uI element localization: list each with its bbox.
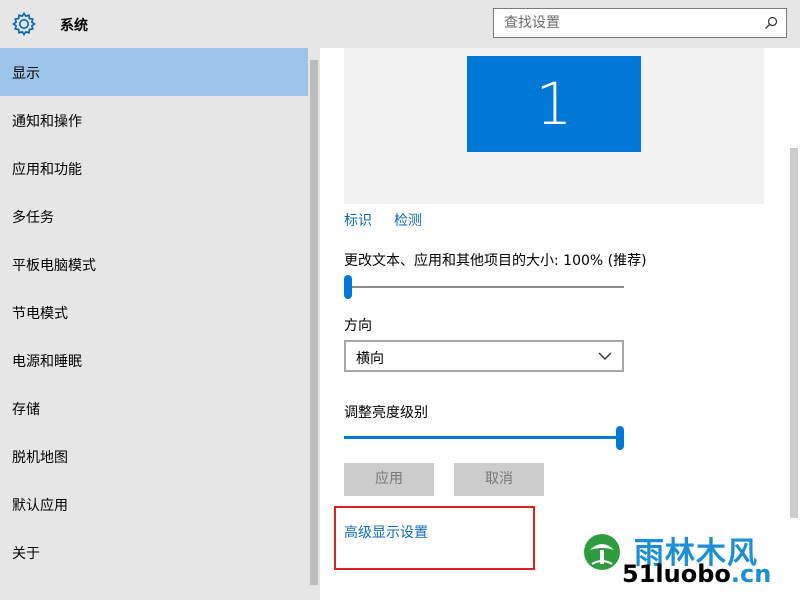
title-bar: 系统	[0, 0, 800, 48]
orientation-dropdown[interactable]: 横向	[344, 340, 624, 372]
cancel-button[interactable]: 取消	[454, 463, 544, 496]
sidebar-item-label: 电源和睡眠	[12, 354, 82, 370]
app-title: 系统	[60, 18, 88, 34]
sidebar-item-label: 关于	[12, 546, 40, 562]
watermark-domain-tld: .cn	[730, 560, 772, 588]
sidebar: 显示 通知和操作 应用和功能 多任务 平板电脑模式 节电模式 电源和睡眠 存储 …	[0, 48, 320, 600]
sidebar-item-default-apps[interactable]: 默认应用	[0, 480, 308, 528]
sidebar-item-label: 通知和操作	[12, 114, 82, 130]
sidebar-item-label: 应用和功能	[12, 162, 82, 178]
brightness-slider-thumb[interactable]	[616, 426, 624, 450]
sidebar-item-battery-saver[interactable]: 节电模式	[0, 288, 308, 336]
identify-link[interactable]: 标识	[344, 210, 372, 230]
orientation-value: 横向	[356, 351, 384, 367]
search-icon[interactable]	[764, 16, 778, 30]
watermark: 雨林木风 51luobo.cn	[578, 524, 788, 594]
main-content: 1 标识 检测 更改文本、应用和其他项目的大小: 100% (推荐) 方向 横向…	[320, 48, 800, 600]
watermark-domain: 51luobo.cn	[622, 560, 771, 588]
sidebar-item-label: 多任务	[12, 210, 54, 226]
brightness-slider[interactable]	[344, 426, 624, 450]
scale-slider[interactable]	[344, 275, 624, 299]
watermark-logo-icon	[584, 534, 620, 570]
sidebar-item-power-sleep[interactable]: 电源和睡眠	[0, 336, 308, 384]
sidebar-item-label: 默认应用	[12, 498, 68, 514]
sidebar-item-notifications[interactable]: 通知和操作	[0, 96, 308, 144]
display-preview: 1	[344, 48, 764, 204]
content-scrollbar-thumb[interactable]	[790, 148, 798, 518]
gear-icon	[12, 12, 36, 36]
watermark-domain-name: 51luobo	[622, 560, 731, 588]
advanced-display-settings-link[interactable]: 高级显示设置	[344, 522, 428, 542]
apply-button[interactable]: 应用	[344, 463, 434, 496]
search-box[interactable]	[493, 8, 787, 38]
sidebar-item-offline-maps[interactable]: 脱机地图	[0, 432, 308, 480]
sidebar-item-label: 脱机地图	[12, 450, 68, 466]
sidebar-item-storage[interactable]: 存储	[0, 384, 308, 432]
brightness-slider-fill	[344, 436, 620, 439]
scale-slider-track	[344, 286, 624, 288]
sidebar-item-label: 平板电脑模式	[12, 258, 96, 274]
sidebar-scrollbar-thumb[interactable]	[310, 60, 318, 585]
chevron-down-icon	[598, 352, 612, 360]
orientation-label: 方向	[344, 318, 372, 334]
scale-slider-thumb[interactable]	[344, 275, 352, 299]
sidebar-item-multitasking[interactable]: 多任务	[0, 192, 308, 240]
monitor-tile[interactable]: 1	[467, 56, 641, 152]
scale-label: 更改文本、应用和其他项目的大小: 100% (推荐)	[344, 253, 647, 269]
search-input[interactable]	[504, 15, 754, 31]
sidebar-item-tablet-mode[interactable]: 平板电脑模式	[0, 240, 308, 288]
sidebar-item-apps-features[interactable]: 应用和功能	[0, 144, 308, 192]
sidebar-item-label: 节电模式	[12, 306, 68, 322]
sidebar-item-label: 存储	[12, 402, 40, 418]
sidebar-item-about[interactable]: 关于	[0, 528, 308, 576]
detect-link[interactable]: 检测	[394, 210, 422, 230]
brightness-label: 调整亮度级别	[344, 405, 428, 421]
sidebar-item-label: 显示	[12, 66, 40, 82]
sidebar-item-display[interactable]: 显示	[0, 48, 308, 96]
content-scrollbar-track[interactable]	[788, 48, 800, 600]
